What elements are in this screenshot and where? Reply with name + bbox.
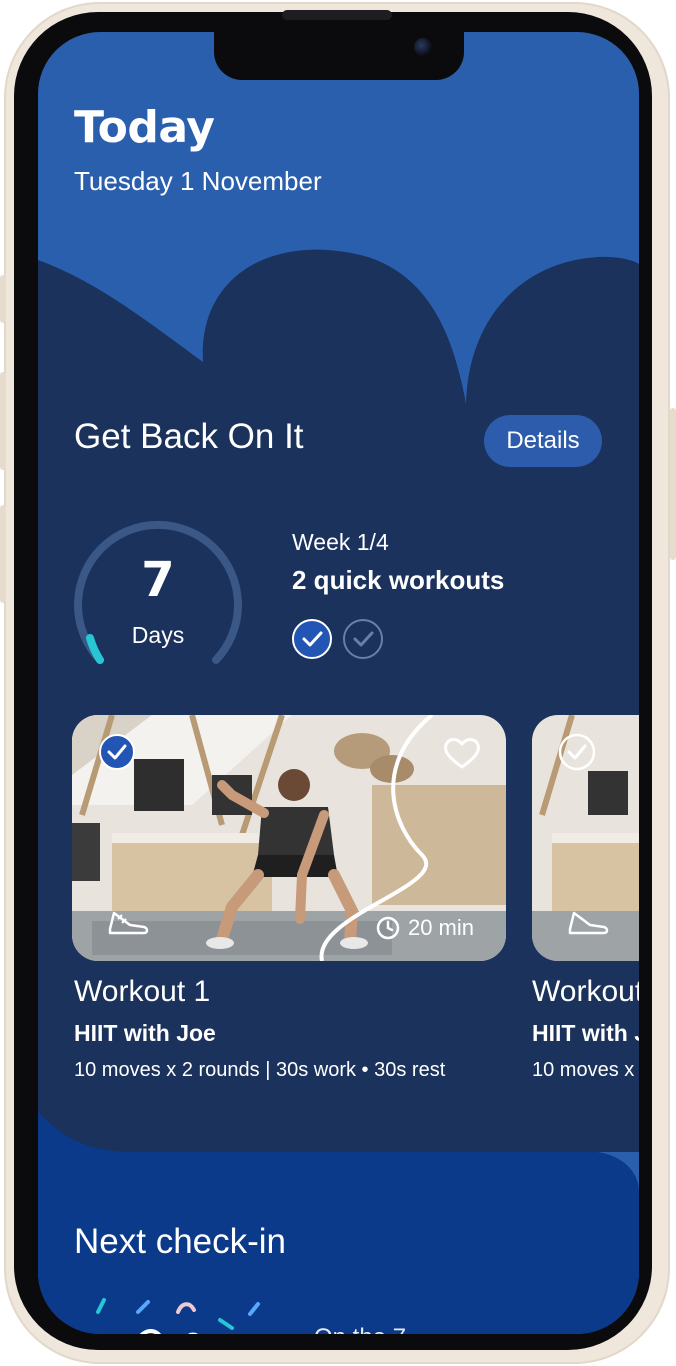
sneaker-icon	[568, 911, 609, 935]
days-label: Days	[131, 622, 185, 648]
workout-complete-check-icon	[292, 619, 332, 659]
background-wave-shapes	[38, 249, 639, 1334]
mute-switch	[0, 275, 6, 323]
workout-meta: 10 moves x 2 rounds	[532, 1059, 639, 1081]
check-circle-icon[interactable]	[558, 733, 596, 771]
volume-down-button	[0, 505, 6, 603]
workout-duration: 20 min	[376, 915, 474, 941]
duration-label: 20 min	[407, 915, 474, 940]
heart-icon[interactable]	[442, 735, 482, 771]
sneaker-icon	[108, 911, 149, 935]
plan-title: Get Back On It	[74, 417, 304, 456]
next-checkin-text: On the 7 ...	[314, 1324, 433, 1334]
workout-meta: 10 moves x 2 rounds | 30s work • 30s res…	[74, 1059, 446, 1081]
check-circle-icon[interactable]	[98, 733, 136, 771]
power-button	[670, 408, 676, 560]
workout-subtitle: HIIT with Joe	[74, 1020, 216, 1046]
next-checkin-title: Next check-in	[74, 1222, 287, 1261]
confetti-decoration	[96, 1298, 260, 1334]
page-title: Today	[74, 102, 215, 153]
week-description: 2 quick workouts	[292, 565, 505, 595]
workout-title[interactable]: Workout 2	[532, 975, 639, 1009]
workout-subtitle: HIIT with Joe	[532, 1020, 639, 1046]
front-camera	[414, 38, 432, 56]
volume-up-button	[0, 372, 6, 470]
speaker-grille	[282, 10, 392, 20]
notch	[214, 32, 464, 80]
workout-card-image[interactable]	[532, 715, 639, 961]
workout-card-text-clip: Workout 2 HIIT with Joe 10 moves x 2 rou…	[532, 962, 639, 1092]
workout-card-image[interactable]: 20 min	[72, 715, 506, 961]
details-button[interactable]: Details	[484, 415, 602, 467]
app-screen: Today Tuesday 1 November Get Back On It …	[38, 32, 639, 1334]
days-count: 7	[141, 552, 175, 608]
clock-icon	[376, 916, 400, 940]
current-date: Tuesday 1 November	[74, 166, 322, 196]
workout-title[interactable]: Workout 1	[74, 975, 210, 1009]
week-label: Week 1/4	[292, 529, 389, 555]
workout-pending-check-icon	[343, 619, 383, 659]
